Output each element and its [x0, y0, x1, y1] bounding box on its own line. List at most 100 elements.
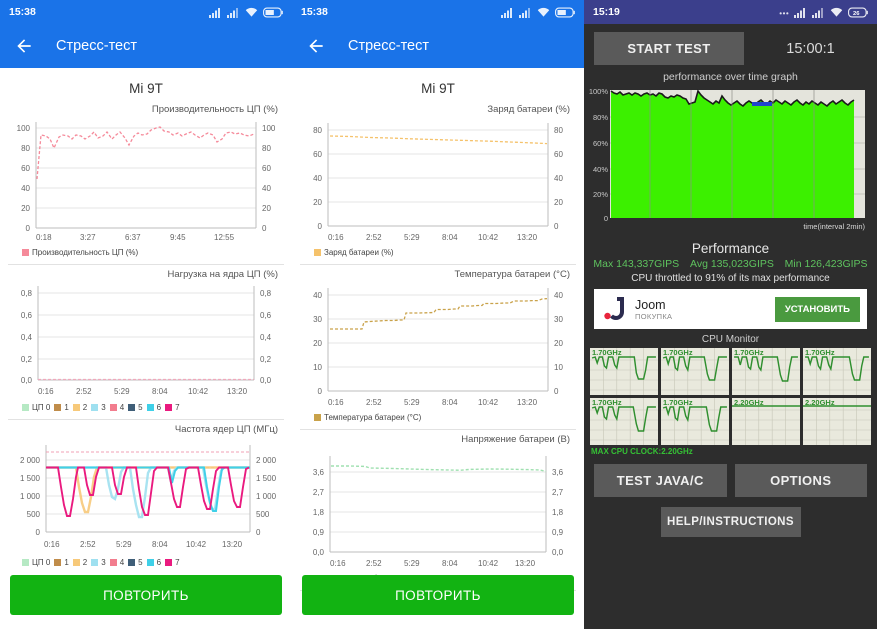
- plot-area[interactable]: 0,8 0,6 0,4 0,2 0,0 0,8 0,6 0,4 0,2 0,0: [8, 282, 284, 400]
- cpu-core-cell[interactable]: 1.70GHz: [803, 348, 871, 395]
- legend-swatch: [128, 404, 136, 411]
- legend-item[interactable]: 6: [146, 403, 162, 412]
- svg-text:0,9: 0,9: [313, 528, 325, 537]
- svg-text:80: 80: [313, 126, 322, 135]
- svg-text:100: 100: [17, 124, 31, 133]
- legend-item[interactable]: 3: [91, 558, 106, 567]
- svg-text:13:20: 13:20: [515, 559, 536, 568]
- svg-text:0,0: 0,0: [21, 376, 33, 385]
- test-java-c-button[interactable]: TEST JAVA/C: [594, 464, 727, 497]
- svg-text:0,4: 0,4: [260, 333, 272, 342]
- chart-caption: Производительность ЦП (%): [151, 104, 278, 115]
- svg-text:8:04: 8:04: [442, 398, 458, 407]
- legend-label: 7: [175, 403, 180, 412]
- svg-text:2:52: 2:52: [366, 233, 382, 242]
- status-bar: 15:38: [0, 0, 292, 24]
- cpu-core-cell[interactable]: 1.70GHz: [661, 348, 729, 395]
- repeat-button[interactable]: ПОВТОРИТЬ: [302, 575, 574, 615]
- battery-voltage-svg: 3,6 2,7 1,8 0,9 0,0 3,6 2,7 1,8 0,9 0,0: [313, 456, 564, 568]
- legend-item[interactable]: 2: [72, 403, 87, 412]
- back-arrow-icon[interactable]: [14, 36, 34, 56]
- cpu-core-load-svg: 0,8 0,6 0,4 0,2 0,0 0,8 0,6 0,4 0,2 0,0: [21, 286, 272, 396]
- legend-label: Заряд батареи (%): [324, 248, 394, 257]
- svg-text:0: 0: [604, 214, 608, 223]
- svg-text:0,4: 0,4: [21, 333, 33, 342]
- legend-item[interactable]: 7: [165, 558, 180, 567]
- svg-text:40%: 40%: [593, 165, 608, 174]
- cpu-core-cell[interactable]: 1.70GHz: [732, 348, 800, 395]
- svg-text:0:16: 0:16: [328, 398, 344, 407]
- svg-text:20: 20: [313, 339, 322, 348]
- svg-text:60: 60: [554, 150, 563, 159]
- svg-text:1 500: 1 500: [256, 474, 277, 483]
- svg-text:2:52: 2:52: [366, 559, 382, 568]
- legend-item[interactable]: Заряд батареи (%): [314, 248, 394, 257]
- ad-text: Joom ПОКУПКА: [635, 298, 767, 321]
- svg-text:26: 26: [853, 11, 860, 17]
- cpu-core-cell[interactable]: 2.20GHz: [803, 398, 871, 445]
- plot-area[interactable]: 2 000 1 500 1 000 500 0 2 000 1 500 1 00…: [8, 437, 284, 555]
- ad-install-button[interactable]: УСТАНОВИТЬ: [774, 296, 860, 322]
- legend-item[interactable]: 1: [54, 403, 69, 412]
- svg-text:20: 20: [313, 198, 322, 207]
- legend-item[interactable]: 4: [109, 403, 124, 412]
- plot-area[interactable]: 3,6 2,7 1,8 0,9 0,0 3,6 2,7 1,8 0,9 0,0: [300, 447, 576, 571]
- svg-text:6:37: 6:37: [125, 233, 141, 242]
- svg-text:40: 40: [21, 184, 30, 193]
- cpu-core-cell[interactable]: 1.70GHz: [590, 348, 658, 395]
- legend-item[interactable]: 4: [109, 558, 124, 567]
- legend-label: 6: [156, 403, 162, 412]
- wifi-icon: [830, 7, 843, 17]
- panel-cpu-throttling-test: 15:19 26 START TEST 15:00:1 performance …: [584, 0, 877, 629]
- start-test-button[interactable]: START TEST: [594, 32, 744, 65]
- legend-label: 3: [101, 403, 106, 412]
- legend-item[interactable]: 5: [128, 403, 143, 412]
- svg-text:2:52: 2:52: [80, 540, 96, 549]
- svg-text:10: 10: [313, 363, 322, 372]
- chart-battery-temperature: Температура батареи (°C) 40 30 20 10 0 4…: [292, 265, 584, 430]
- help-instructions-button[interactable]: HELP/INSTRUCTIONS: [660, 507, 801, 537]
- cpu-core-cell[interactable]: 1.70GHz: [590, 398, 658, 445]
- panel-battery-stress-test: 15:38 Стресс-тест Mi 9T Заряд батареи (%…: [292, 0, 584, 629]
- svg-text:20%: 20%: [593, 190, 608, 199]
- help-button-row: HELP/INSTRUCTIONS: [584, 497, 877, 537]
- performance-graph-title: performance over time graph: [663, 71, 798, 83]
- plot-area[interactable]: 100 80 60 40 20 0 100 80 60 40 20 0 0:18…: [8, 117, 284, 245]
- svg-text:5:29: 5:29: [404, 233, 420, 242]
- app-bar: Стресс-тест: [292, 24, 584, 68]
- legend-swatch: [54, 404, 62, 411]
- cpu-core-cell[interactable]: 2.20GHz: [732, 398, 800, 445]
- svg-text:20: 20: [21, 204, 30, 213]
- legend-item[interactable]: 5: [128, 558, 143, 567]
- back-arrow-icon[interactable]: [306, 36, 326, 56]
- legend-item[interactable]: ЦП 0: [22, 403, 50, 412]
- legend-item[interactable]: 3: [91, 403, 106, 412]
- test-timer: 15:00:1: [786, 40, 835, 57]
- options-button[interactable]: OPTIONS: [734, 464, 867, 497]
- plot-area[interactable]: 40 30 20 10 0 40 30 20 10 0 0:16 2:52 5:…: [300, 282, 576, 410]
- repeat-button[interactable]: ПОВТОРИТЬ: [10, 575, 282, 615]
- legend-item[interactable]: 7: [165, 403, 180, 412]
- chart-caption: Напряжение батареи (В): [461, 434, 570, 445]
- legend-item[interactable]: 1: [54, 558, 69, 567]
- ad-banner[interactable]: Joom ПОКУПКА УСТАНОВИТЬ: [594, 289, 867, 329]
- svg-text:8:04: 8:04: [152, 387, 168, 396]
- svg-text:13:20: 13:20: [222, 540, 243, 549]
- performance-graph[interactable]: 100% 80% 60% 40% 20% 0 time(interval 2mi…: [584, 84, 877, 239]
- legend-swatch: [165, 404, 173, 411]
- legend-swatch: [314, 414, 321, 421]
- legend-item[interactable]: ЦП 0: [22, 558, 50, 567]
- legend-item[interactable]: Температура батареи (°C): [314, 413, 421, 422]
- svg-text:60%: 60%: [593, 139, 608, 148]
- plot-area[interactable]: 80 60 40 20 0 80 60 40 20 0 0:16 2:52 5:…: [300, 117, 576, 245]
- legend-item[interactable]: 2: [72, 558, 87, 567]
- cpu-core-cell[interactable]: 1.70GHz: [661, 398, 729, 445]
- screenshot-root: 15:38 Стресс-тест Mi 9T Производительнос…: [0, 0, 877, 629]
- svg-text:2 000: 2 000: [20, 456, 41, 465]
- legend-item[interactable]: Производительность ЦП (%): [22, 248, 138, 257]
- stat-min: Min 126,423GIPS: [784, 258, 868, 270]
- legend-item[interactable]: 6: [146, 558, 161, 567]
- svg-text:0: 0: [554, 387, 559, 396]
- svg-text:3,6: 3,6: [313, 468, 325, 477]
- legend-label: Производительность ЦП (%): [32, 248, 139, 257]
